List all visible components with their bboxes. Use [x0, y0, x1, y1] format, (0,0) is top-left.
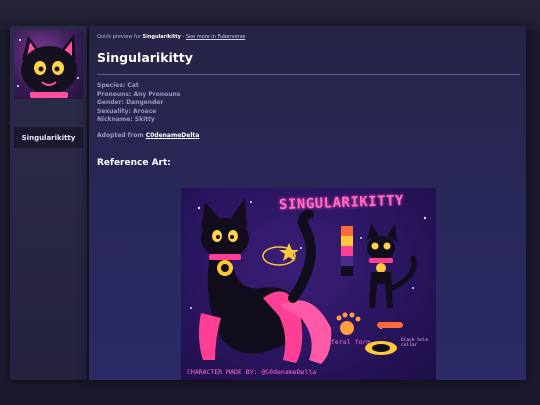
info-sexuality: Sexuality: Aroace — [97, 107, 157, 115]
preview-prefix: Quick preview for — [97, 34, 143, 40]
art-collar-label: black hole collar — [401, 338, 429, 348]
character-preview-panel: Quick preview for Singularikitty - See m… — [89, 26, 526, 380]
adopted-label: Adopted from — [97, 132, 146, 139]
art-credit: CHARACTER MADE BY: @C0denameDelta — [187, 368, 317, 376]
info-species: Species: Cat — [97, 82, 139, 89]
cat-avatar-icon[interactable] — [14, 30, 83, 99]
art-feral-label: feral form — [331, 338, 371, 346]
divider — [97, 74, 520, 75]
character-info: Species: Cat Pronouns: Any Pronouns Gend… — [97, 82, 180, 125]
see-more-link[interactable]: See more in Fuberverse — [186, 34, 245, 40]
character-name[interactable]: Singularikitty — [14, 127, 83, 148]
preview-line: Quick preview for Singularikitty - See m… — [97, 34, 245, 40]
page-title: Singularikitty — [97, 50, 193, 65]
info-gender: Gender: Dangender — [97, 99, 164, 107]
reference-art-image[interactable]: SINGULARIKITTY feral form black hole col… — [181, 188, 436, 380]
adopted-user-link[interactable]: C0denameDelta — [146, 132, 200, 139]
info-nickname: Nickname: Skitty — [97, 116, 155, 124]
info-pronouns: Pronouns: Any Pronouns — [97, 90, 181, 98]
preview-character-name: Singularikitty — [142, 34, 181, 40]
reference-heading: Reference Art: — [97, 158, 171, 168]
adopted-from: Adopted from C0denameDelta — [97, 132, 199, 139]
character-card[interactable]: Singularikitty — [10, 26, 87, 380]
